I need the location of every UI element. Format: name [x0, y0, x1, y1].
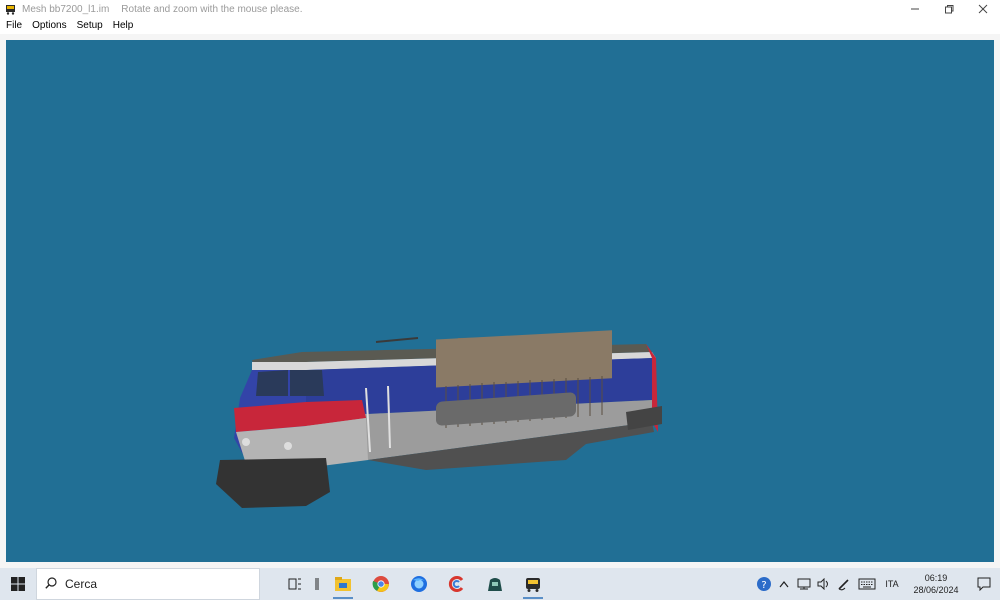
close-icon[interactable]: [966, 0, 1000, 18]
notification-icon[interactable]: [968, 568, 1000, 600]
windows-start-icon[interactable]: [0, 568, 36, 600]
pen-icon[interactable]: [834, 568, 854, 600]
help-icon[interactable]: ?: [754, 568, 774, 600]
clock-date: 28/06/2024: [913, 585, 959, 595]
window-title: Mesh bb7200_l1.im: [22, 3, 110, 15]
network-icon[interactable]: [794, 568, 814, 600]
divider-icon: [310, 568, 324, 600]
svg-text:?: ?: [761, 580, 766, 591]
chrome-icon[interactable]: [362, 568, 400, 600]
app-icon: [4, 3, 16, 15]
window-controls: [898, 0, 1000, 18]
chevron-up-icon[interactable]: [774, 568, 794, 600]
file-explorer-icon[interactable]: [324, 568, 362, 600]
title-bar[interactable]: Mesh bb7200_l1.im Rotate and zoom with t…: [0, 0, 1000, 18]
menu-help[interactable]: Help: [108, 18, 139, 34]
locomotive-3d-model[interactable]: [6, 40, 994, 562]
taskbar-search[interactable]: Cerca: [36, 568, 260, 600]
window-hint: Rotate and zoom with the mouse please.: [121, 3, 303, 15]
menu-options[interactable]: Options: [27, 18, 71, 34]
search-icon: [45, 576, 57, 592]
menu-file[interactable]: File: [0, 18, 27, 34]
clock-time: 06:19: [924, 573, 948, 583]
3d-viewport[interactable]: [6, 40, 994, 562]
volume-icon[interactable]: [814, 568, 834, 600]
ccleaner-icon[interactable]: [438, 568, 476, 600]
firefox-icon[interactable]: [400, 568, 438, 600]
taskbar: Cerca ? ITA 06:19 28/06/2024: [0, 568, 1000, 600]
task-view-icon[interactable]: [280, 568, 310, 600]
keyboard-icon[interactable]: [854, 568, 880, 600]
restore-icon[interactable]: [932, 0, 966, 18]
menu-bar: File Options Setup Help: [0, 18, 1000, 34]
search-placeholder: Cerca: [65, 577, 98, 591]
app-window: Mesh bb7200_l1.im Rotate and zoom with t…: [0, 0, 1000, 568]
train-sim-icon[interactable]: [476, 568, 514, 600]
clock[interactable]: 06:19 28/06/2024: [904, 572, 968, 596]
minimize-icon[interactable]: [898, 0, 932, 18]
menu-setup[interactable]: Setup: [72, 18, 108, 34]
input-language[interactable]: ITA: [880, 579, 904, 589]
locomotive-app-icon[interactable]: [514, 568, 552, 600]
system-tray: ? ITA 06:19 28/06/2024: [754, 568, 1000, 600]
